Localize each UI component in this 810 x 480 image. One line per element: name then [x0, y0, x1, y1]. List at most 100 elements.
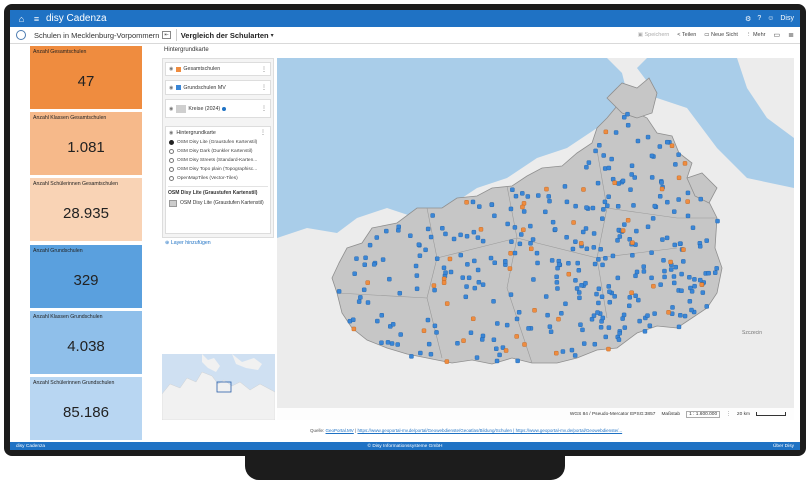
collapse-icon[interactable]: ⇤ — [162, 31, 171, 39]
grundschule-marker[interactable] — [606, 165, 612, 171]
grundschule-marker[interactable] — [650, 216, 656, 221]
grundschule-marker[interactable] — [494, 346, 499, 351]
home-icon[interactable]: ⌂ — [16, 14, 27, 24]
grundschule-marker[interactable] — [409, 354, 414, 359]
grundschule-marker[interactable] — [475, 235, 481, 240]
grundschule-marker[interactable] — [408, 233, 413, 238]
grundschule-marker[interactable] — [380, 257, 386, 262]
view-title[interactable]: Vergleich der Schularten — [181, 31, 269, 40]
grundschule-marker[interactable] — [673, 162, 678, 167]
grundschule-marker[interactable] — [471, 229, 477, 235]
grundschule-marker[interactable] — [548, 329, 554, 334]
grundschule-marker[interactable] — [704, 304, 709, 309]
grundschule-marker[interactable] — [573, 239, 578, 244]
grundschule-marker[interactable] — [645, 224, 651, 229]
basemap-option[interactable]: OSM Disy Streets (Standard-Karten... — [166, 156, 270, 165]
grundschule-marker[interactable] — [590, 205, 596, 211]
grundschule-marker[interactable] — [670, 311, 675, 316]
grundschule-marker[interactable] — [596, 300, 601, 306]
grundschule-marker[interactable] — [441, 265, 447, 271]
grundschule-marker[interactable] — [612, 294, 617, 299]
grundschule-marker[interactable] — [591, 231, 597, 236]
grundschule-marker[interactable] — [390, 322, 396, 327]
grundschule-marker[interactable] — [574, 286, 580, 291]
grundschule-marker[interactable] — [560, 349, 566, 354]
map-graphic[interactable]: Szczecin — [277, 58, 794, 420]
gesamtschule-marker[interactable] — [699, 282, 705, 287]
grundschule-marker[interactable] — [525, 194, 531, 199]
grundschule-marker[interactable] — [593, 148, 598, 154]
grundschule-marker[interactable] — [621, 312, 627, 318]
grundschule-marker[interactable] — [491, 299, 496, 304]
grundschule-marker[interactable] — [547, 198, 552, 204]
grundschule-marker[interactable] — [389, 341, 395, 346]
grundschule-marker[interactable] — [494, 358, 500, 364]
grundschule-marker[interactable] — [715, 218, 720, 224]
grundschule-marker[interactable] — [601, 207, 606, 212]
grundschule-marker[interactable] — [351, 317, 356, 322]
gesamtschule-marker[interactable] — [581, 187, 586, 192]
grundschule-marker[interactable] — [572, 353, 578, 358]
grundschule-marker[interactable] — [657, 144, 663, 149]
grundschule-marker[interactable] — [606, 325, 612, 330]
grundschule-marker[interactable] — [430, 213, 435, 218]
grundschule-marker[interactable] — [432, 323, 438, 329]
grundschule-marker[interactable] — [594, 291, 599, 297]
grundschule-marker[interactable] — [543, 209, 548, 215]
grundschule-marker[interactable] — [573, 203, 578, 209]
gesamtschule-marker[interactable] — [447, 256, 453, 262]
grundschule-marker[interactable] — [706, 270, 711, 276]
gesamtschule-marker[interactable] — [445, 301, 450, 306]
kpi-tile[interactable]: Anzahl Schülerinnen Gesamtschulen 28.935 — [30, 178, 142, 241]
source-link-url[interactable]: https://www.geoportal-mv.de/portal/Geowe… — [357, 428, 622, 433]
grundschule-marker[interactable] — [582, 341, 587, 346]
grundschule-marker[interactable] — [649, 153, 655, 159]
grundschule-marker[interactable] — [630, 253, 635, 258]
grundschule-marker[interactable] — [649, 275, 654, 281]
grundschule-marker[interactable] — [491, 337, 497, 342]
grundschule-marker[interactable] — [679, 288, 684, 293]
grundschule-marker[interactable] — [704, 238, 709, 243]
share-button[interactable]: < Teilen — [677, 32, 696, 38]
kpi-tile[interactable]: Anzahl Schülerinnen Grundschulen 85.186 — [30, 377, 142, 440]
gesamtschule-marker[interactable] — [676, 175, 682, 180]
grundschule-marker[interactable] — [464, 234, 470, 239]
grundschule-marker[interactable] — [606, 284, 611, 289]
grundschule-marker[interactable] — [579, 283, 584, 288]
grundschule-marker[interactable] — [652, 203, 657, 209]
grundschule-marker[interactable] — [417, 253, 423, 258]
grundschule-marker[interactable] — [660, 237, 665, 242]
grundschule-marker[interactable] — [687, 299, 693, 304]
grundschule-marker[interactable] — [596, 257, 601, 262]
grundschule-marker[interactable] — [460, 275, 465, 280]
kpi-tile[interactable]: Anzahl Grundschulen 329 — [30, 245, 142, 308]
grundschule-marker[interactable] — [685, 213, 691, 219]
grundschule-marker[interactable] — [652, 311, 657, 316]
grundschule-marker[interactable] — [513, 193, 519, 199]
gesamtschule-marker[interactable] — [522, 342, 527, 347]
grundschule-marker[interactable] — [521, 209, 527, 214]
grundschule-marker[interactable] — [492, 260, 497, 265]
grundschule-marker[interactable] — [634, 269, 640, 275]
grundschule-marker[interactable] — [414, 286, 420, 292]
grundschule-marker[interactable] — [569, 347, 575, 353]
new-view-button[interactable]: ▭ Neue Sicht — [704, 32, 738, 38]
gesamtschule-marker[interactable] — [431, 283, 437, 288]
user-icon[interactable]: ☺ — [767, 15, 774, 22]
more-vertical-icon[interactable]: ⋮ — [261, 105, 267, 112]
grundschule-marker[interactable] — [480, 238, 486, 244]
grundschule-marker[interactable] — [580, 327, 585, 333]
grundschule-marker[interactable] — [661, 258, 666, 263]
grundschule-marker[interactable] — [599, 294, 605, 299]
grundschule-marker[interactable] — [425, 317, 431, 323]
grundschule-marker[interactable] — [361, 287, 367, 293]
grundschule-marker[interactable] — [440, 226, 445, 231]
grundschule-marker[interactable] — [602, 199, 608, 205]
grundschule-marker[interactable] — [629, 172, 634, 177]
grundschule-marker[interactable] — [577, 295, 582, 301]
grundschule-marker[interactable] — [631, 203, 636, 208]
grundschule-marker[interactable] — [396, 224, 401, 230]
gesamtschule-marker[interactable] — [669, 143, 675, 148]
grundschule-marker[interactable] — [516, 310, 522, 315]
grundschule-marker[interactable] — [595, 180, 601, 186]
